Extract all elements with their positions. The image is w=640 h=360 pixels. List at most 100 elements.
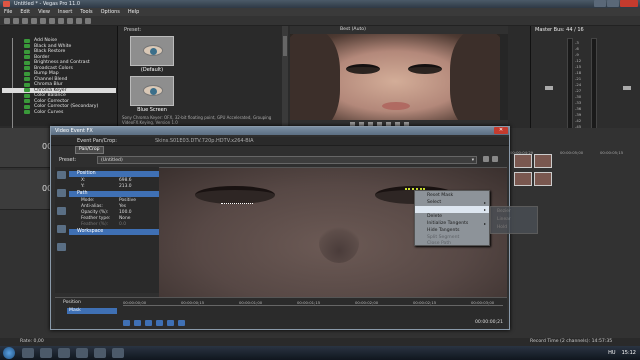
normal-edit-tool-icon[interactable] bbox=[57, 171, 66, 179]
preset-scrollbar[interactable] bbox=[282, 26, 288, 126]
zoom-tool-icon[interactable] bbox=[57, 243, 66, 251]
vegas-icon[interactable] bbox=[76, 348, 88, 358]
menu-item-highlighted[interactable]: ▸ bbox=[415, 206, 489, 213]
submenu-item[interactable]: Linear bbox=[497, 217, 511, 222]
open-icon[interactable] bbox=[13, 18, 19, 24]
dialog-titlebar[interactable]: Video Event FX ✕ bbox=[51, 127, 509, 135]
hair-shape bbox=[290, 34, 340, 120]
last-keyframe-icon[interactable] bbox=[167, 320, 174, 326]
meter-scale: -3 -6 -9 -12 -15 -18 -21 -24 -27 -30 -33… bbox=[575, 40, 585, 136]
browser-icon[interactable] bbox=[40, 348, 52, 358]
menu-edit[interactable]: Edit bbox=[20, 8, 30, 16]
paste-icon[interactable] bbox=[67, 18, 73, 24]
save-preset-icon[interactable] bbox=[483, 156, 489, 162]
keyframe-ruler[interactable]: 00:00:00;00 00:00:00;15 00:00:01;00 00:0… bbox=[123, 300, 503, 306]
menu-tools[interactable]: Tools bbox=[80, 8, 92, 16]
preview-quality-select[interactable]: Best (Auto) bbox=[340, 27, 366, 32]
level-meter-right bbox=[591, 38, 597, 138]
preset-thumb-blue-screen[interactable] bbox=[130, 76, 174, 106]
keyframe-time: 00:00:00;21 bbox=[474, 320, 503, 325]
clock[interactable]: 15:12 bbox=[622, 346, 636, 360]
fx-list: Add Noise Black and White Black Restore … bbox=[2, 38, 116, 115]
explorer-icon[interactable] bbox=[22, 348, 34, 358]
preview-frame-image bbox=[290, 34, 500, 120]
prev-keyframe-icon[interactable] bbox=[134, 320, 141, 326]
preset-thumb-default[interactable] bbox=[130, 36, 174, 66]
maximize-button[interactable] bbox=[607, 0, 619, 7]
position-section-header[interactable]: Position bbox=[69, 171, 159, 177]
master-fader-left[interactable] bbox=[545, 86, 553, 90]
dialog-preset-select[interactable]: (Untitled) bbox=[97, 156, 477, 164]
video-clip[interactable] bbox=[514, 172, 532, 186]
workspace-section-header[interactable]: Workspace bbox=[69, 229, 159, 235]
tool-icons bbox=[55, 171, 67, 261]
menu-item-select[interactable]: Select ▸ bbox=[415, 199, 489, 206]
video-clip[interactable] bbox=[534, 172, 552, 186]
mask-properties-panel: Position X: 698.6 Y: 213.0 Path Mode: Posit… bbox=[55, 167, 159, 293]
tab-pan-crop[interactable]: Pan/Crop bbox=[75, 146, 104, 154]
redo-icon[interactable] bbox=[85, 18, 91, 24]
menu-item-delete[interactable]: Delete bbox=[415, 213, 489, 220]
kf-track-position[interactable]: Position bbox=[63, 300, 81, 305]
app-icon[interactable] bbox=[112, 348, 124, 358]
media-player-icon[interactable] bbox=[58, 348, 70, 358]
menu-item-hide-tangents[interactable]: Hide Tangents bbox=[415, 227, 489, 234]
play-icon[interactable] bbox=[145, 320, 152, 326]
minimize-button[interactable] bbox=[594, 0, 606, 7]
level-meter-left bbox=[567, 38, 573, 138]
master-fader-right[interactable] bbox=[623, 86, 631, 90]
menu-view[interactable]: View bbox=[38, 8, 50, 16]
video-clip[interactable] bbox=[534, 154, 552, 168]
menu-options[interactable]: Options bbox=[101, 8, 120, 16]
ruler-label: 00:00:03;00 bbox=[471, 300, 495, 305]
fx-item[interactable]: Color Curves bbox=[2, 110, 116, 116]
prop-feather[interactable]: Feather (%): 0.0 bbox=[75, 222, 159, 228]
fx-plugin-icon bbox=[24, 66, 30, 71]
save-icon[interactable] bbox=[22, 18, 28, 24]
kf-track-mask: Mask bbox=[69, 308, 81, 313]
lips-shape bbox=[382, 102, 410, 110]
prop-value[interactable]: 213.0 bbox=[119, 184, 132, 190]
close-button[interactable] bbox=[620, 0, 638, 7]
menu-help[interactable]: Help bbox=[128, 8, 139, 16]
render-icon[interactable] bbox=[31, 18, 37, 24]
submenu-item[interactable]: Bezier bbox=[497, 209, 511, 214]
menu-item-reset-mask[interactable]: Reset Mask bbox=[415, 192, 489, 199]
first-keyframe-icon[interactable] bbox=[123, 320, 130, 326]
fx-plugin-icon bbox=[24, 104, 30, 109]
video-clip[interactable] bbox=[514, 154, 532, 168]
copy-icon[interactable] bbox=[58, 18, 64, 24]
cut-icon[interactable] bbox=[49, 18, 55, 24]
preview-toolbar: Best (Auto) bbox=[290, 26, 508, 34]
mask-path[interactable] bbox=[221, 200, 253, 204]
prop-value[interactable]: 0.0 bbox=[119, 222, 126, 228]
submenu-item[interactable]: Hold bbox=[497, 225, 507, 230]
fx-item-label: Color Curves bbox=[34, 109, 64, 115]
delete-preset-icon[interactable] bbox=[492, 156, 498, 162]
properties-icon[interactable] bbox=[40, 18, 46, 24]
language-indicator[interactable]: HU bbox=[608, 346, 615, 360]
eye-thumbnail-icon bbox=[143, 45, 163, 56]
prop-key: Feather (%): bbox=[81, 222, 109, 227]
menu-item-initialize-tangents[interactable]: Initialize Tangents ▸ bbox=[415, 220, 489, 227]
undo-icon[interactable] bbox=[76, 18, 82, 24]
ruler-label: 00:00:01;00 bbox=[239, 300, 263, 305]
preset-caption: (Default) bbox=[140, 67, 164, 73]
next-keyframe-icon[interactable] bbox=[156, 320, 163, 326]
dialog-preset-row: Preset: (Untitled) bbox=[55, 156, 505, 165]
dialog-close-button[interactable]: ✕ bbox=[494, 127, 508, 134]
anchor-creation-tool-icon[interactable] bbox=[57, 189, 66, 197]
anchor-deletion-tool-icon[interactable] bbox=[57, 207, 66, 215]
add-keyframe-icon[interactable] bbox=[178, 320, 185, 326]
path-section-header[interactable]: Path bbox=[69, 191, 159, 197]
prop-y[interactable]: Y: 213.0 bbox=[75, 184, 159, 190]
new-icon[interactable] bbox=[4, 18, 10, 24]
menu-insert[interactable]: Insert bbox=[58, 8, 72, 16]
split-tangent-tool-icon[interactable] bbox=[57, 225, 66, 233]
menu-file[interactable]: File bbox=[4, 8, 12, 16]
dialog-title: Video Event FX bbox=[55, 128, 93, 134]
fx-chain-label: Event Pan/Crop: bbox=[77, 138, 117, 144]
fx-tab-row: Pan/Crop bbox=[75, 146, 104, 154]
start-button-icon[interactable] bbox=[3, 347, 15, 359]
folder-icon[interactable] bbox=[94, 348, 106, 358]
